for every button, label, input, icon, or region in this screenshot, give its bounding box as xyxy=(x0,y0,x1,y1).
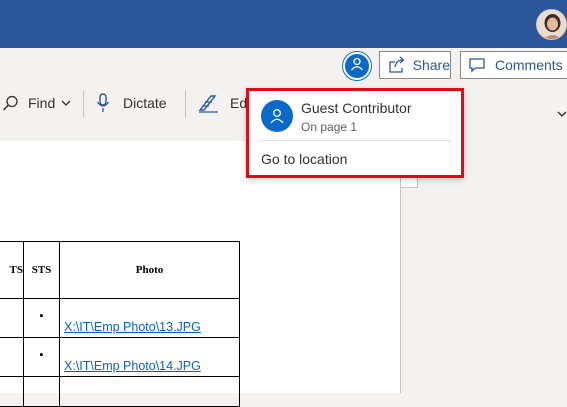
title-bar xyxy=(0,0,567,48)
photo-link[interactable]: X:\IT\Emp Photo\14.JPG xyxy=(64,359,201,373)
table-cell: ▪ xyxy=(23,298,60,338)
collaborator-presence-button[interactable] xyxy=(343,52,371,80)
find-button[interactable]: Find xyxy=(2,84,71,122)
share-button[interactable]: Share xyxy=(379,51,451,79)
share-label: Share xyxy=(412,57,450,73)
popup-divider xyxy=(259,140,451,141)
table-cell xyxy=(0,337,24,377)
dictate-label: Dictate xyxy=(123,95,167,111)
search-icon xyxy=(2,94,20,112)
column-header: STS xyxy=(23,241,60,299)
find-label: Find xyxy=(28,95,56,111)
editor-label: Ed xyxy=(230,95,248,111)
document-table: TS STS Photo ▪ X:\IT\Emp Photo\13.JPG ▪ … xyxy=(0,241,240,407)
comment-icon xyxy=(468,56,490,74)
collaborator-avatar xyxy=(261,100,293,132)
photo-link[interactable]: X:\IT\Emp Photo\13.JPG xyxy=(64,320,201,334)
editor-icon xyxy=(198,93,220,113)
table-row xyxy=(0,376,240,407)
comments-button[interactable]: Comments xyxy=(460,51,567,79)
table-row: ▪ X:\IT\Emp Photo\14.JPG xyxy=(0,337,240,377)
share-icon xyxy=(387,56,408,74)
column-header: TS xyxy=(0,241,24,299)
bullet-mark: ▪ xyxy=(39,310,44,322)
dictate-button[interactable]: Dictate xyxy=(96,84,167,122)
ribbon-divider xyxy=(83,90,84,118)
microphone-icon xyxy=(96,93,110,113)
table-cell xyxy=(23,376,60,407)
table-cell xyxy=(59,376,240,407)
editor-button[interactable]: Ed xyxy=(198,84,247,122)
table-cell xyxy=(0,298,24,338)
person-icon xyxy=(269,108,285,124)
table-cell xyxy=(0,376,24,407)
comments-label: Comments xyxy=(495,57,563,73)
profile-avatar[interactable] xyxy=(536,9,567,40)
table-cell: ▪ xyxy=(23,337,60,377)
table-cell: X:\IT\Emp Photo\14.JPG xyxy=(59,337,240,377)
table-row: ▪ X:\IT\Emp Photo\13.JPG xyxy=(0,298,240,338)
ribbon-divider xyxy=(185,90,186,118)
bullet-mark: ▪ xyxy=(39,349,44,361)
column-header: Photo xyxy=(59,241,240,299)
collaborator-popup: Guest Contributor On page 1 Go to locati… xyxy=(246,88,464,178)
person-icon xyxy=(350,57,364,76)
ribbon-collapse-icon[interactable] xyxy=(557,109,567,121)
table-cell: X:\IT\Emp Photo\13.JPG xyxy=(59,298,240,338)
go-to-location-link[interactable]: Go to location xyxy=(261,151,347,167)
collaborator-name: Guest Contributor xyxy=(301,100,412,116)
chevron-down-icon xyxy=(61,99,71,107)
collaborator-location: On page 1 xyxy=(301,120,358,134)
